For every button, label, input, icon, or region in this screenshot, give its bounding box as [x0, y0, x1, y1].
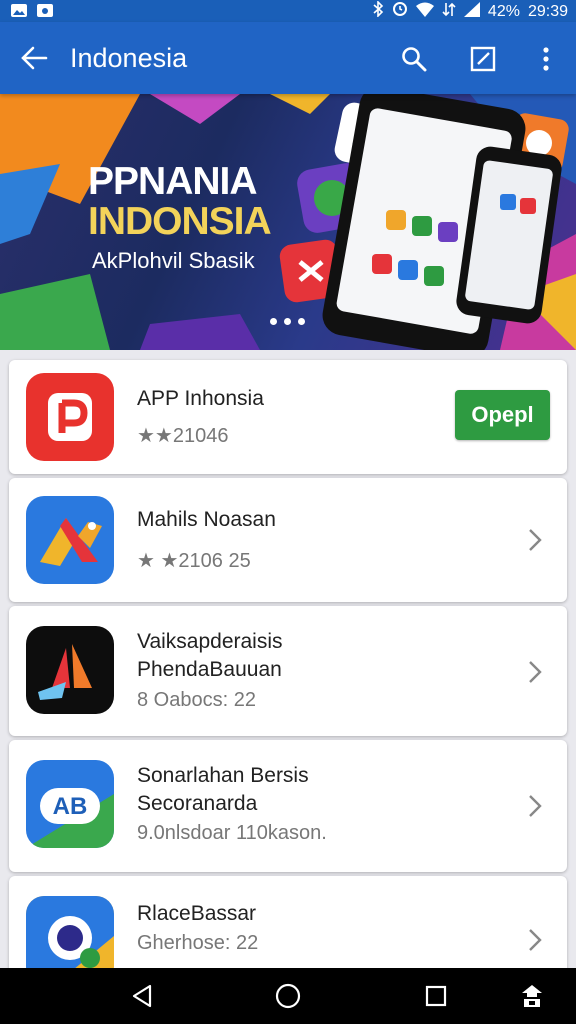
data-icon: [442, 2, 456, 22]
app-rating: ★ ★2106 25: [137, 550, 251, 572]
app-bar: Indonesia: [0, 22, 576, 94]
app-icon-sail: [26, 626, 114, 714]
app-meta: 9.0nlsdoar 110kason.: [137, 822, 327, 844]
wifi-icon: [415, 2, 434, 22]
app-icon-places: [26, 896, 114, 968]
app-icon-m: [26, 496, 114, 584]
home-circle-icon[interactable]: [272, 981, 304, 1011]
banner-artwork: [0, 94, 576, 350]
banner-caption: AkPlohvil Sbasik: [92, 248, 255, 273]
list-item[interactable]: AB Sonarlahan Bersis Secoranarda 9.0nlsd…: [9, 740, 567, 872]
app-rating: ★★21046: [137, 425, 229, 447]
app-subtitle: PhendaBauuan: [137, 658, 282, 681]
more-vert-icon[interactable]: [530, 44, 562, 74]
page-dot: [298, 318, 305, 325]
app-name: Vaiksapderaisis: [137, 630, 283, 653]
app-meta: 8 Oabocs: 22: [137, 689, 256, 711]
app-list: APP Inhonsia ★★21046 Opepl Mahils Noasan…: [0, 350, 576, 968]
list-item[interactable]: Mahils Noasan ★ ★2106 25: [9, 478, 567, 602]
back-triangle-icon[interactable]: [126, 981, 158, 1011]
share-icon[interactable]: [516, 981, 548, 1011]
status-bar: 42% 29:39: [0, 0, 576, 22]
app-meta: Gherhose: 22: [137, 932, 259, 954]
app-name: RlaceBassar: [137, 902, 257, 925]
signal-icon: [463, 1, 480, 22]
image-icon: [10, 2, 28, 18]
open-button[interactable]: Opepl: [455, 390, 550, 440]
chevron-right-icon[interactable]: [525, 526, 545, 554]
banner-subheadline: INDONSIA: [88, 200, 272, 243]
banner-headline: PPNANIA: [88, 160, 258, 203]
alarm-icon: [392, 1, 408, 22]
chevron-right-icon[interactable]: [525, 658, 545, 686]
app-name: APP Inhonsia: [137, 387, 264, 410]
back-arrow-icon[interactable]: [16, 42, 52, 74]
page-dot: [284, 318, 291, 325]
app-icon-p: [26, 373, 114, 461]
recents-square-icon[interactable]: [420, 981, 452, 1011]
app-name: Mahils Noasan: [137, 508, 276, 531]
list-item[interactable]: Vaiksapderaisis PhendaBauuan 8 Oabocs: 2…: [9, 606, 567, 736]
list-item[interactable]: APP Inhonsia ★★21046 Opepl: [9, 360, 567, 474]
search-icon[interactable]: [398, 44, 430, 74]
list-item[interactable]: RlaceBassar Gherhose: 22: [9, 876, 567, 968]
page-title: Indonesia: [70, 43, 188, 73]
app-icon-ab: AB: [26, 760, 114, 848]
app-subtitle: Secoranarda: [137, 792, 258, 815]
system-nav-bar: [0, 968, 576, 1024]
chevron-right-icon[interactable]: [525, 792, 545, 820]
promo-banner[interactable]: PPNANIA INDONSIA AkPlohvil Sbasik: [0, 94, 576, 350]
battery-text: 42%: [487, 2, 520, 20]
app-name: Sonarlahan Bersis: [137, 764, 309, 787]
chevron-right-icon[interactable]: [525, 926, 545, 954]
page-dot: [270, 318, 277, 325]
photo-icon: [36, 2, 54, 18]
bluetooth-icon: [372, 0, 384, 22]
page-indicator: [270, 318, 305, 325]
clock-time: 29:39: [527, 2, 568, 20]
svg-text:AB: AB: [53, 793, 88, 820]
edit-icon[interactable]: [467, 44, 499, 74]
